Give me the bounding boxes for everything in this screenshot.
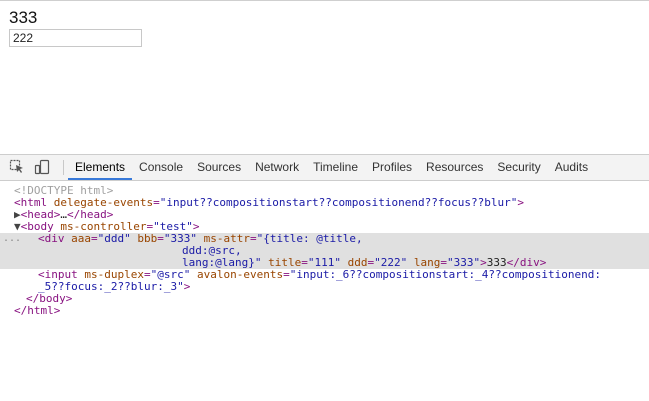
tab-elements[interactable]: Elements bbox=[68, 155, 133, 180]
tab-sources[interactable]: Sources bbox=[190, 155, 248, 180]
devtools-tabs: Elements Console Sources Network Timelin… bbox=[68, 155, 595, 180]
devtools-panel: Elements Console Sources Network Timelin… bbox=[0, 154, 649, 401]
toolbar-separator bbox=[63, 160, 64, 175]
devtools-toolbar: Elements Console Sources Network Timelin… bbox=[0, 154, 649, 181]
page-text-333: 333 bbox=[9, 8, 38, 27]
dom-node-input[interactable]: <input ms-duplex="@src" avalon-events="i… bbox=[0, 269, 649, 293]
collapse-triangle-icon[interactable]: ▼ bbox=[14, 220, 21, 233]
tab-audits[interactable]: Audits bbox=[548, 155, 595, 180]
page-top-border bbox=[0, 0, 649, 1]
dom-node-div-selected[interactable]: ... <div aaa="ddd" bbb="333" ms-attr="{ti… bbox=[0, 233, 649, 269]
inspect-element-icon[interactable] bbox=[9, 159, 25, 175]
page-text-input[interactable] bbox=[9, 29, 142, 47]
dom-node-html-close[interactable]: </html> bbox=[0, 305, 649, 317]
device-mode-icon[interactable] bbox=[34, 159, 50, 175]
tab-console[interactable]: Console bbox=[132, 155, 190, 180]
tab-resources[interactable]: Resources bbox=[419, 155, 490, 180]
dom-node-body-close[interactable]: </body> bbox=[0, 293, 649, 305]
tab-security[interactable]: Security bbox=[490, 155, 547, 180]
tab-timeline[interactable]: Timeline bbox=[306, 155, 365, 180]
tab-network[interactable]: Network bbox=[248, 155, 306, 180]
more-options-icon[interactable]: ... bbox=[3, 233, 21, 245]
dom-tree: <!DOCTYPE html> <html delegate-events="i… bbox=[0, 181, 649, 317]
tab-profiles[interactable]: Profiles bbox=[365, 155, 419, 180]
